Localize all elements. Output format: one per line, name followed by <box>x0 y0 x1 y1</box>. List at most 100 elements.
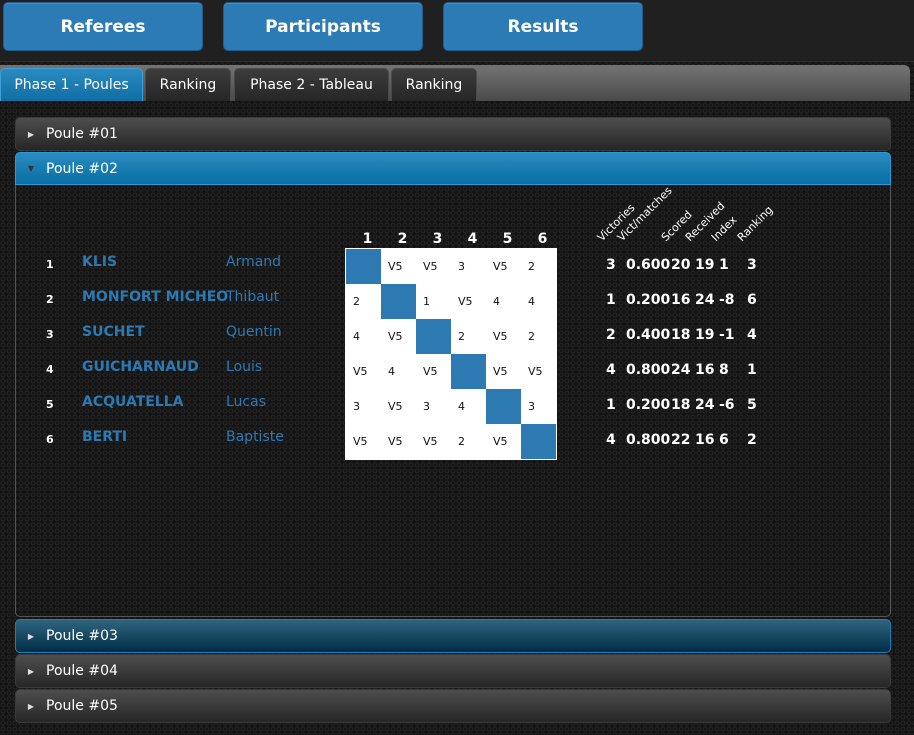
tab-phase-2-tableau[interactable]: Phase 2 - Tableau <box>234 68 389 101</box>
fencer-first-name[interactable]: Thibaut <box>226 289 279 305</box>
matrix-score-cell[interactable]: 2 <box>521 319 556 354</box>
fencer-number: 5 <box>46 398 54 411</box>
fencer-last-name[interactable]: BERTI <box>82 429 127 445</box>
matrix-score-cell[interactable]: 3 <box>451 249 486 284</box>
poule-01-header[interactable]: ▶ Poule #01 <box>15 117 891 151</box>
fencer-first-name[interactable]: Louis <box>226 359 262 375</box>
received-value: 16 <box>695 432 715 448</box>
matrix-score-cell[interactable]: 2 <box>521 249 556 284</box>
tab-ranking-phase-1[interactable]: Ranking <box>145 68 231 101</box>
matrix-diagonal-cell <box>416 319 451 354</box>
received-value: 19 <box>695 327 715 343</box>
index-value: 1 <box>719 257 729 273</box>
index-value: 6 <box>719 432 729 448</box>
matrix-score-cell[interactable]: V5 <box>346 424 381 459</box>
triangle-right-icon: ▶ <box>27 129 35 139</box>
matrix-column-number: 3 <box>432 231 443 247</box>
matrix-score-cell[interactable]: 3 <box>521 389 556 424</box>
matrix-score-cell[interactable]: 2 <box>451 424 486 459</box>
index-value: -6 <box>719 397 735 413</box>
fencer-first-name[interactable]: Lucas <box>226 394 266 410</box>
matrix-column-number: 4 <box>467 231 478 247</box>
matrix-score-cell[interactable]: V5 <box>451 284 486 319</box>
poule-05-header[interactable]: ▶ Poule #05 <box>15 689 891 723</box>
triangle-right-icon: ▶ <box>27 666 35 676</box>
matrix-score-cell[interactable]: 4 <box>451 389 486 424</box>
fencer-first-name[interactable]: Baptiste <box>226 429 284 445</box>
matrix-score-cell[interactable]: 3 <box>346 389 381 424</box>
participants-button[interactable]: Participants <box>223 2 423 51</box>
matrix-score-cell[interactable]: V5 <box>486 319 521 354</box>
matrix-score-cell[interactable]: V5 <box>416 354 451 389</box>
matrix-score-cell[interactable]: 4 <box>521 284 556 319</box>
matrix-score-cell[interactable]: V5 <box>486 424 521 459</box>
triangle-down-icon: ▼ <box>27 164 35 173</box>
scored-value: 16 <box>671 292 691 308</box>
poule-02-header[interactable]: ▼ Poule #02 <box>15 152 891 185</box>
matrix-score-cell[interactable]: V5 <box>381 424 416 459</box>
fencer-number: 3 <box>46 328 54 341</box>
matrix-score-cell[interactable]: V5 <box>486 354 521 389</box>
index-value: -8 <box>719 292 735 308</box>
ratio-value: 0.200 <box>626 397 671 413</box>
fencer-first-name[interactable]: Quentin <box>226 324 282 340</box>
matrix-score-cell[interactable]: V5 <box>521 354 556 389</box>
fencer-last-name[interactable]: MONFORT MICHEO <box>82 289 228 305</box>
ranking-value: 3 <box>747 257 757 273</box>
poule-04-header[interactable]: ▶ Poule #04 <box>15 654 891 688</box>
scored-value: 22 <box>671 432 691 448</box>
referees-button[interactable]: Referees <box>3 2 203 51</box>
fencer-last-name[interactable]: GUICHARNAUD <box>82 359 199 375</box>
poule-title: Poule #03 <box>46 628 118 644</box>
matrix-diagonal-cell <box>521 424 556 459</box>
victories-value: 4 <box>606 362 616 378</box>
fencer-number: 1 <box>46 258 54 271</box>
victories-value: 1 <box>606 397 616 413</box>
matrix-score-cell[interactable]: 2 <box>451 319 486 354</box>
matrix-score-cell[interactable]: 2 <box>346 284 381 319</box>
matrix-score-cell[interactable]: V5 <box>381 389 416 424</box>
matrix-score-cell[interactable]: V5 <box>346 354 381 389</box>
fencer-number: 2 <box>46 293 54 306</box>
victories-value: 3 <box>606 257 616 273</box>
matrix-score-cell[interactable]: 3 <box>416 389 451 424</box>
matrix-score-cell[interactable]: V5 <box>416 424 451 459</box>
fencer-last-name[interactable]: KLIS <box>82 254 117 270</box>
scored-value: 24 <box>671 362 691 378</box>
poule-title: Poule #05 <box>46 698 118 714</box>
fencer-first-name[interactable]: Armand <box>226 254 281 270</box>
poule-score-matrix: V5 V5 3 V5 2 2 1 V5 4 4 4 V5 2 V5 2 V5 4 V5 V5 V5 3 V5 3 4 3 V5 V5… <box>345 248 557 460</box>
matrix-score-cell[interactable]: V5 <box>381 249 416 284</box>
scored-value: 20 <box>671 257 691 273</box>
poule-title: Poule #02 <box>46 160 118 177</box>
victories-value: 2 <box>606 327 616 343</box>
fencer-last-name[interactable]: ACQUATELLA <box>82 394 184 410</box>
received-value: 19 <box>695 257 715 273</box>
matrix-score-cell[interactable]: V5 <box>486 249 521 284</box>
received-value: 24 <box>695 397 715 413</box>
ratio-value: 0.800 <box>626 362 671 378</box>
matrix-column-number: 5 <box>502 231 513 247</box>
ranking-value: 5 <box>747 397 757 413</box>
victories-value: 1 <box>606 292 616 308</box>
poule-03-header[interactable]: ▶ Poule #03 <box>15 619 891 653</box>
tab-phase-1-poules[interactable]: Phase 1 - Poules <box>0 68 143 101</box>
poule-title: Poule #04 <box>46 663 118 679</box>
matrix-score-cell[interactable]: 1 <box>416 284 451 319</box>
ranking-value: 6 <box>747 292 757 308</box>
fencer-last-name[interactable]: SUCHET <box>82 324 145 340</box>
matrix-diagonal-cell <box>381 284 416 319</box>
tab-ranking-phase-2[interactable]: Ranking <box>391 68 477 101</box>
ratio-value: 0.200 <box>626 292 671 308</box>
matrix-score-cell[interactable]: 4 <box>381 354 416 389</box>
matrix-score-cell[interactable]: 4 <box>346 319 381 354</box>
index-value: 8 <box>719 362 729 378</box>
scored-value: 18 <box>671 327 691 343</box>
matrix-score-cell[interactable]: 4 <box>486 284 521 319</box>
matrix-score-cell[interactable]: V5 <box>416 249 451 284</box>
triangle-right-icon: ▶ <box>27 701 35 711</box>
matrix-diagonal-cell <box>346 249 381 284</box>
matrix-column-number: 2 <box>397 231 408 247</box>
matrix-score-cell[interactable]: V5 <box>381 319 416 354</box>
results-button[interactable]: Results <box>443 2 643 51</box>
